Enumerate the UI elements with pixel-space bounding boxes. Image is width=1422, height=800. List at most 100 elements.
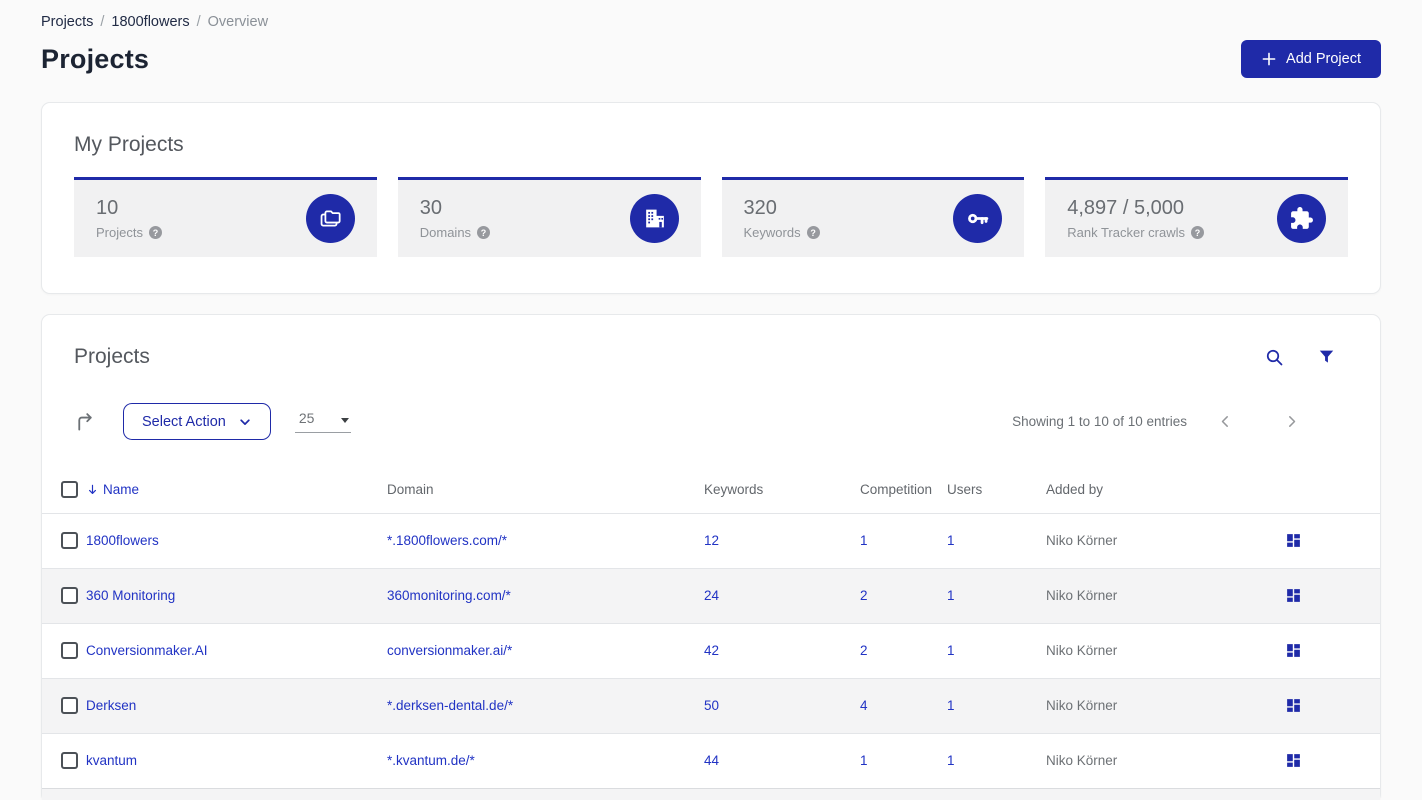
dashboard-icon[interactable] bbox=[1285, 697, 1302, 714]
users-count-link[interactable]: 1 bbox=[947, 698, 955, 713]
add-project-button[interactable]: Add Project bbox=[1241, 40, 1381, 78]
project-domain-link[interactable]: *.kvantum.de/* bbox=[387, 753, 475, 768]
filter-icon[interactable] bbox=[1317, 347, 1336, 368]
project-domain-link[interactable]: *.1800flowers.com/* bbox=[387, 533, 507, 548]
help-icon[interactable] bbox=[148, 226, 162, 239]
row-checkbox[interactable] bbox=[61, 697, 78, 714]
users-count-link[interactable]: 1 bbox=[947, 588, 955, 603]
competition-count-link[interactable]: 1 bbox=[860, 753, 868, 768]
select-action-dropdown[interactable]: Select Action bbox=[123, 403, 271, 440]
competition-count-link[interactable]: 4 bbox=[860, 698, 868, 713]
column-header-domain[interactable]: Domain bbox=[387, 467, 704, 513]
building-icon bbox=[629, 194, 679, 243]
keywords-count-link[interactable]: 50 bbox=[704, 698, 719, 713]
help-icon[interactable] bbox=[1191, 226, 1204, 239]
competition-count-link[interactable]: 2 bbox=[860, 588, 868, 603]
previous-page-icon[interactable] bbox=[1209, 409, 1242, 434]
key-icon bbox=[953, 194, 1003, 243]
column-header-name[interactable]: Name bbox=[86, 482, 387, 497]
search-icon[interactable] bbox=[1264, 347, 1285, 368]
help-icon[interactable] bbox=[477, 226, 491, 239]
row-checkbox[interactable] bbox=[61, 587, 78, 604]
breadcrumb-item-projects[interactable]: Projects bbox=[41, 14, 93, 30]
competition-count-link[interactable]: 2 bbox=[860, 643, 868, 658]
column-header-keywords[interactable]: Keywords bbox=[704, 467, 860, 513]
select-all-checkbox[interactable] bbox=[61, 481, 78, 499]
export-arrow-icon[interactable] bbox=[74, 410, 97, 433]
my-projects-title: My Projects bbox=[74, 133, 184, 156]
stat-card-keywords: 320 Keywords bbox=[721, 177, 1025, 257]
added-by-text: Niko Körner bbox=[1046, 533, 1118, 548]
users-count-link[interactable]: 1 bbox=[947, 753, 955, 768]
breadcrumb-separator: / bbox=[100, 14, 105, 30]
breadcrumb-separator: / bbox=[196, 14, 201, 30]
dashboard-icon[interactable] bbox=[1285, 642, 1302, 659]
page: Projects / 1800flowers / Overview Projec… bbox=[0, 0, 1422, 800]
projects-table: Name Domain Keywords Competition Users A… bbox=[42, 467, 1380, 788]
table-row: 1800flowers *.1800flowers.com/* 12 1 1 N… bbox=[42, 513, 1380, 568]
column-header-competition[interactable]: Competition bbox=[860, 467, 947, 513]
stats-row: 10 Projects 30 Domain bbox=[74, 177, 1348, 257]
projects-count: 10 bbox=[96, 197, 119, 219]
competition-count-link[interactable]: 1 bbox=[860, 533, 868, 548]
puzzle-icon bbox=[1277, 194, 1326, 243]
breadcrumb-item-1800flowers[interactable]: 1800flowers bbox=[111, 14, 189, 30]
column-header-users[interactable]: Users bbox=[947, 467, 1046, 513]
users-count-link[interactable]: 1 bbox=[947, 643, 955, 658]
domains-label: Domains bbox=[419, 225, 472, 240]
row-checkbox[interactable] bbox=[61, 752, 78, 770]
projects-stack-icon bbox=[305, 194, 355, 243]
page-size-select[interactable]: 25 bbox=[294, 410, 351, 433]
crawls-count: 4,897 / 5,000 bbox=[1067, 197, 1185, 219]
added-by-text: Niko Körner bbox=[1046, 698, 1118, 713]
project-domain-link[interactable]: 360monitoring.com/* bbox=[387, 588, 511, 603]
select-action-label: Select Action bbox=[142, 413, 226, 430]
project-domain-link[interactable]: conversionmaker.ai/* bbox=[387, 643, 512, 658]
added-by-text: Niko Körner bbox=[1046, 643, 1118, 658]
dashboard-icon[interactable] bbox=[1285, 587, 1302, 604]
users-count-link[interactable]: 1 bbox=[947, 533, 955, 548]
domains-count: 30 bbox=[419, 197, 442, 219]
project-name-link[interactable]: kvantum bbox=[86, 753, 137, 768]
my-projects-card: My Projects 10 Projects ? 30 Domains ? 3… bbox=[41, 102, 1381, 294]
keywords-count-link[interactable]: 42 bbox=[704, 643, 719, 658]
keywords-label: Keywords bbox=[743, 225, 801, 240]
keywords-count: 320 bbox=[743, 197, 777, 219]
project-name-link[interactable]: Conversionmaker.AI bbox=[86, 643, 208, 658]
project-name-link[interactable]: 1800flowers bbox=[86, 533, 159, 548]
page-size-value: 25 bbox=[298, 410, 315, 426]
table-row: kvantum *.kvantum.de/* 44 1 1 Niko Körne… bbox=[42, 733, 1380, 788]
row-checkbox[interactable] bbox=[61, 532, 78, 549]
keywords-count-link[interactable]: 24 bbox=[704, 588, 719, 603]
stat-card-crawls: 4,897 / 5,000 Rank Tracker crawls bbox=[1045, 177, 1348, 257]
table-row: Conversionmaker.AI conversionmaker.ai/* … bbox=[42, 623, 1380, 678]
keywords-count-link[interactable]: 12 bbox=[704, 533, 719, 548]
project-name-link[interactable]: 360 Monitoring bbox=[86, 588, 175, 603]
table-row: Derksen *.derksen-dental.de/* 50 4 1 Nik… bbox=[42, 678, 1380, 733]
showing-entries-text: Showing 1 to 10 of 10 entries bbox=[1012, 414, 1187, 429]
projects-label: Projects bbox=[96, 225, 143, 240]
row-checkbox[interactable] bbox=[61, 642, 78, 659]
next-page-icon[interactable] bbox=[1275, 409, 1308, 434]
stat-card-domains: 30 Domains bbox=[397, 177, 701, 257]
added-by-text: Niko Körner bbox=[1046, 753, 1118, 769]
keywords-count-link[interactable]: 44 bbox=[704, 753, 719, 768]
project-domain-link[interactable]: *.derksen-dental.de/* bbox=[387, 698, 513, 713]
plus-icon bbox=[1261, 51, 1277, 67]
projects-table-title: Projects bbox=[74, 345, 150, 368]
breadcrumb: Projects / 1800flowers / Overview bbox=[41, 0, 1381, 30]
dashboard-icon[interactable] bbox=[1285, 532, 1302, 549]
dropdown-arrow-icon bbox=[340, 418, 349, 423]
table-header-row: Name Domain Keywords Competition Users A… bbox=[42, 467, 1380, 513]
column-header-added-by[interactable]: Added by bbox=[1046, 467, 1244, 513]
sort-desc-icon bbox=[86, 483, 99, 496]
projects-card: Projects Select Action 25 Showing 1 to 1… bbox=[41, 314, 1381, 800]
table-row: 360 Monitoring 360monitoring.com/* 24 2 … bbox=[42, 568, 1380, 623]
next-row-partial bbox=[42, 788, 1380, 800]
help-icon[interactable] bbox=[806, 226, 820, 239]
dashboard-icon[interactable] bbox=[1285, 752, 1302, 769]
project-name-link[interactable]: Derksen bbox=[86, 698, 136, 713]
add-project-label: Add Project bbox=[1286, 51, 1361, 67]
added-by-text: Niko Körner bbox=[1046, 588, 1118, 603]
stat-card-projects: 10 Projects bbox=[74, 177, 377, 257]
